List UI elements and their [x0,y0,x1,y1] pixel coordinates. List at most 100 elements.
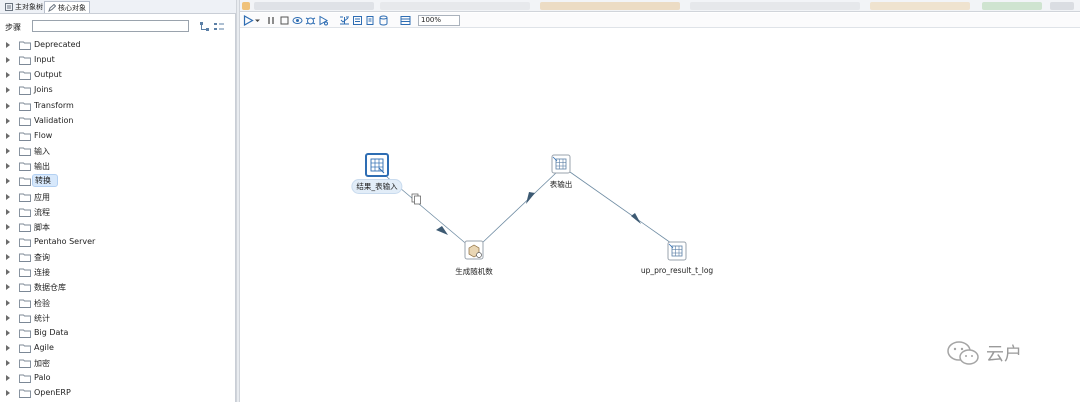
expand-arrow-icon[interactable] [6,148,10,155]
tree-item-label: 脚本 [34,222,50,232]
panel-tabs: 主对象树 核心对象 [0,0,236,14]
run-dropdown-icon[interactable] [254,15,261,26]
transformation-tab-icon[interactable] [242,2,250,10]
tree-item[interactable]: 输出 [0,159,236,174]
step-node-table-output[interactable] [551,154,571,174]
tab-label: 主对象树 [15,3,43,11]
run-icon[interactable] [243,15,254,26]
tree-item[interactable]: 转换 [0,174,236,189]
step-label-table-output[interactable]: 表输出 [550,179,573,190]
step-label-random[interactable]: 生成随机数 [455,266,493,277]
tree-item[interactable]: Deprecated [0,38,236,53]
tree-item[interactable]: Input [0,53,236,68]
tree-item[interactable]: 应用 [0,190,236,205]
watermark-text: 云户 [986,344,1022,365]
impact-icon[interactable] [352,15,363,26]
tree-item-label: Input [34,55,55,65]
expand-arrow-icon[interactable] [6,178,10,185]
editor-tab[interactable] [982,2,1042,10]
editor-tab[interactable] [690,2,860,10]
sql-icon[interactable] [365,15,376,26]
tree-item[interactable]: 输入 [0,144,236,159]
expand-arrow-icon[interactable] [6,284,10,291]
expand-arrow-icon[interactable] [6,72,10,79]
hop-2[interactable] [480,171,558,245]
step-label-result-log[interactable]: up_pro_result_t_log [641,266,713,275]
tree-item[interactable]: OpenERP [0,386,236,401]
hop-3[interactable] [569,171,672,244]
tree-item[interactable]: Output [0,68,236,83]
tree-item-label: 统计 [34,313,50,323]
tab-main-object-tree[interactable]: 主对象树 [2,1,46,13]
tree-item[interactable]: 加密 [0,356,236,371]
expand-arrow-icon[interactable] [6,254,10,261]
debug-icon[interactable] [305,15,316,26]
expand-arrow-icon[interactable] [6,223,10,230]
expand-arrow-icon[interactable] [6,132,10,139]
expand-arrow-icon[interactable] [6,117,10,124]
show-results-icon[interactable] [400,15,411,26]
expand-arrow-icon[interactable] [6,57,10,64]
stop-icon[interactable] [279,15,290,26]
tree-item[interactable]: 连接 [0,265,236,280]
editor-tab[interactable] [870,2,970,10]
expand-arrow-icon[interactable] [6,269,10,276]
step-node-result-log[interactable] [667,241,687,261]
collapse-tree-icon[interactable] [213,21,225,33]
editor-tab[interactable] [1050,2,1074,10]
expand-arrow-icon[interactable] [6,238,10,245]
expand-arrow-icon[interactable] [6,208,10,215]
replay-icon[interactable] [318,15,329,26]
tree-item-label: Pentaho Server [34,236,96,246]
tree-item[interactable]: Big Data [0,326,236,341]
pause-icon[interactable] [266,15,277,26]
tree-item-label: Big Data [34,327,69,337]
tree-item[interactable]: 检验 [0,296,236,311]
verify-icon[interactable] [339,15,350,26]
expand-arrow-icon[interactable] [6,299,10,306]
tab-label: 核心对象 [58,3,86,12]
tree-item[interactable]: Transform [0,99,236,114]
tree-item[interactable]: 数据仓库 [0,280,236,295]
tab-core-objects[interactable]: 核心对象 [44,1,90,13]
folder-icon [19,86,31,96]
editor-tab[interactable] [380,2,530,10]
expand-arrow-icon[interactable] [6,360,10,367]
steps-search-input[interactable] [32,20,189,32]
expand-arrow-icon[interactable] [6,102,10,109]
expand-arrow-icon[interactable] [6,390,10,397]
tree-item[interactable]: Flow [0,129,236,144]
expand-arrow-icon[interactable] [6,87,10,94]
expand-arrow-icon[interactable] [6,329,10,336]
step-node-random[interactable] [464,240,484,260]
step-label-table-input[interactable]: 结果_表输入 [351,179,403,194]
folder-icon [19,71,31,81]
zoom-select[interactable]: 100% [418,15,460,26]
tree-item[interactable]: Palo [0,371,236,386]
tree-item[interactable]: 查询 [0,250,236,265]
tree-item[interactable]: Validation [0,114,236,129]
watermark: 云户 [946,340,1022,366]
expand-arrow-icon[interactable] [6,314,10,321]
hop-arrow [631,213,641,224]
editor-tab[interactable] [254,2,374,10]
expand-tree-icon[interactable] [199,21,211,33]
explore-db-icon[interactable] [378,15,389,26]
step-node-table-input[interactable] [365,153,389,177]
expand-arrow-icon[interactable] [6,193,10,200]
tree-item[interactable]: Agile [0,341,236,356]
tree-item[interactable]: 统计 [0,311,236,326]
tree-item-label: 连接 [34,268,50,278]
folder-icon [19,162,31,172]
tree-item[interactable]: Pentaho Server [0,235,236,250]
tree-item[interactable]: Joins [0,83,236,98]
tree-item[interactable]: 脚本 [0,220,236,235]
expand-arrow-icon[interactable] [6,163,10,170]
editor-tab[interactable] [540,2,680,10]
tree-item-label: OpenERP [34,388,71,398]
expand-arrow-icon[interactable] [6,375,10,382]
tree-item[interactable]: 流程 [0,205,236,220]
expand-arrow-icon[interactable] [6,345,10,351]
preview-icon[interactable] [292,15,303,26]
expand-arrow-icon[interactable] [6,42,10,48]
